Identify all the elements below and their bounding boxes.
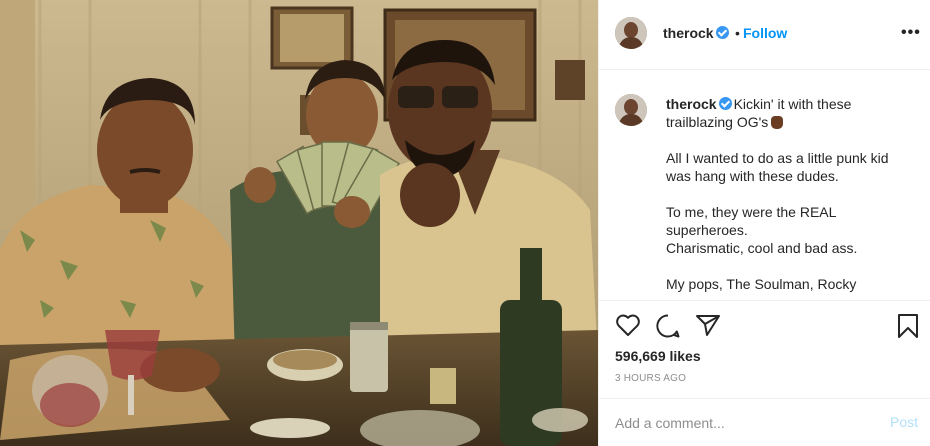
- post-side-panel: therock • Follow ••• therock Kickin' it w…: [598, 0, 930, 446]
- post-photo-illustration: [0, 0, 598, 446]
- post-header: therock • Follow •••: [599, 0, 930, 70]
- caption-first-line: therock Kickin' it with these trailblazin…: [666, 95, 911, 131]
- profile-photo: [615, 17, 647, 49]
- caption-section: therock Kickin' it with these trailblazin…: [599, 70, 930, 300]
- separator-dot: •: [735, 25, 740, 41]
- caption-paragraph: My pops, The Soulman, Rocky: [666, 276, 857, 292]
- save-bookmark-icon[interactable]: [897, 313, 919, 339]
- caption-paragraph: To me, they were the REAL superheroes.: [666, 204, 836, 238]
- like-heart-icon[interactable]: [615, 313, 641, 337]
- verified-badge-icon: [716, 26, 729, 39]
- comment-bubble-icon[interactable]: [655, 313, 681, 339]
- caption-avatar[interactable]: [615, 94, 647, 126]
- comment-box: Post: [599, 398, 930, 446]
- likes-count[interactable]: 596,669 likes: [615, 348, 701, 364]
- share-paper-plane-icon[interactable]: [695, 313, 721, 337]
- follow-button[interactable]: Follow: [743, 25, 787, 41]
- caption-profile-photo: [615, 94, 647, 126]
- post-image[interactable]: [0, 0, 598, 446]
- post-timestamp[interactable]: 3 HOURS AGO: [615, 373, 686, 384]
- comment-input[interactable]: [615, 413, 865, 433]
- caption-paragraph: Charismatic, cool and bad ass.: [666, 240, 858, 256]
- username-link[interactable]: therock: [663, 25, 714, 41]
- avatar[interactable]: [615, 17, 647, 49]
- caption-text: therock Kickin' it with these trailblazin…: [666, 95, 911, 293]
- caption-paragraph: All I wanted to do as a little punk kid …: [666, 150, 889, 184]
- fist-emoji-icon: [771, 116, 784, 129]
- caption-username-link[interactable]: therock: [666, 96, 717, 112]
- post-comment-button[interactable]: Post: [890, 414, 918, 430]
- verified-badge-icon: [718, 97, 732, 110]
- more-options-icon[interactable]: •••: [901, 24, 921, 42]
